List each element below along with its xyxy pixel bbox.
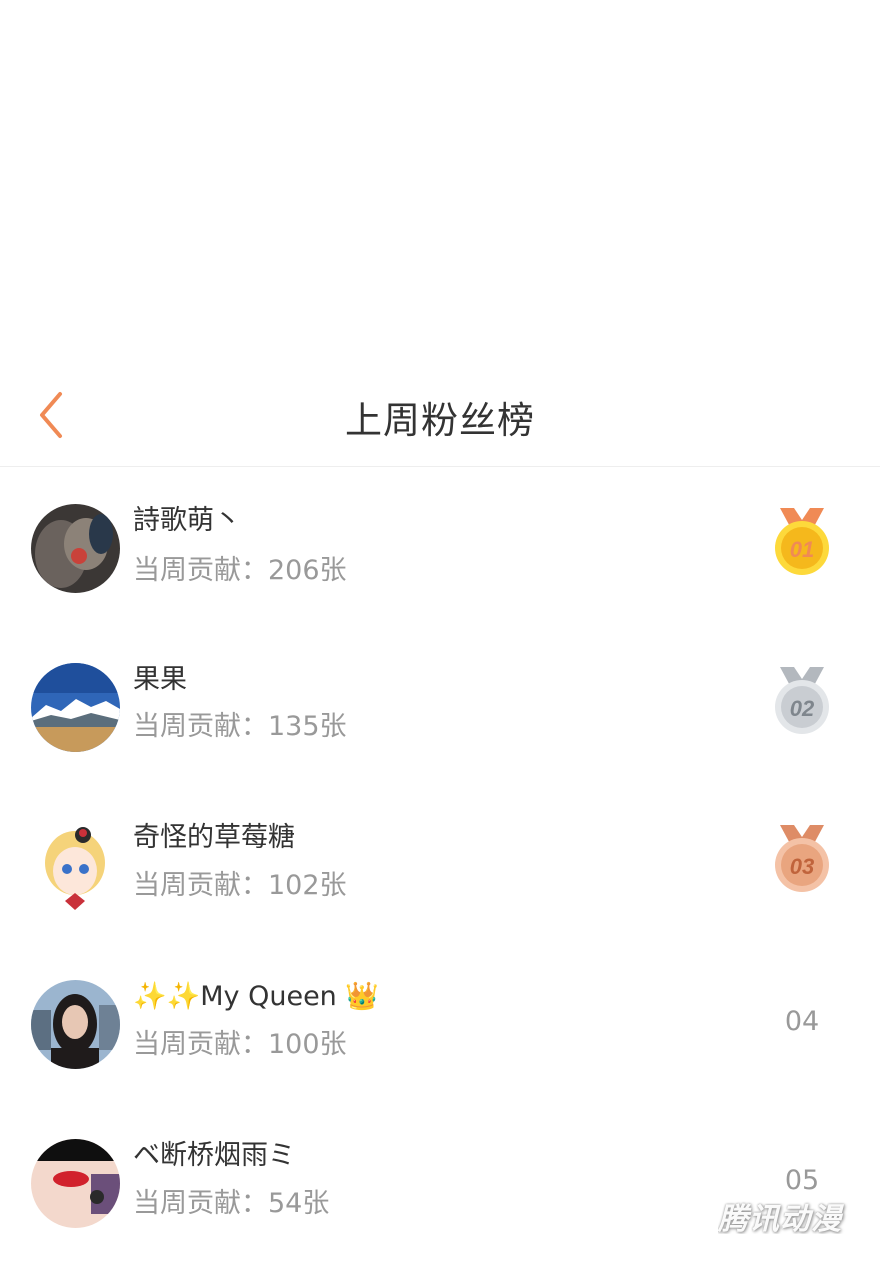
medal-rank-label: 03 — [790, 854, 814, 879]
fan-contribution: 当周贡献：102张 — [133, 870, 347, 901]
top-nav-bar: 上周粉丝榜 — [0, 368, 880, 467]
fan-name: ベ断桥烟雨ミ — [133, 1140, 295, 1171]
fan-row-4[interactable]: ✨✨My Queen 👑 当周贡献：100张 04 — [0, 976, 880, 1126]
fan-name: 果果 — [133, 664, 187, 695]
avatar[interactable] — [31, 1139, 120, 1228]
fan-row-1[interactable]: 詩歌萌丶 当周贡献：206张 01 — [0, 500, 880, 650]
gold-medal-icon: 01 — [775, 508, 829, 575]
fan-name: 詩歌萌丶 — [133, 505, 241, 536]
avatar[interactable] — [31, 504, 120, 593]
fan-row-2[interactable]: 果果 当周贡献：135张 02 — [0, 659, 880, 809]
fan-contribution: 当周贡献：135张 — [133, 711, 347, 742]
fan-name: 奇怪的草莓糖 — [133, 822, 295, 853]
bronze-medal-icon: 03 — [775, 825, 829, 892]
silver-medal-icon: 02 — [775, 667, 829, 734]
avatar[interactable] — [31, 980, 120, 1069]
fan-name: ✨✨My Queen 👑 — [133, 981, 379, 1012]
watermark-logo: 腾讯动漫 — [718, 1202, 842, 1234]
medal-rank-label: 02 — [790, 696, 815, 721]
fan-contribution: 当周贡献：100张 — [133, 1029, 347, 1060]
fan-contribution: 当周贡献：54张 — [133, 1188, 330, 1219]
fan-contribution: 当周贡献：206张 — [133, 555, 347, 586]
medal-rank-label: 01 — [790, 537, 814, 562]
fan-row-3[interactable]: 奇怪的草莓糖 当周贡献：102张 03 — [0, 817, 880, 967]
rank-number: 04 — [784, 1006, 820, 1037]
avatar[interactable] — [31, 821, 120, 910]
rank-number: 05 — [784, 1165, 820, 1196]
page-title: 上周粉丝榜 — [345, 399, 535, 442]
avatar[interactable] — [31, 663, 120, 752]
